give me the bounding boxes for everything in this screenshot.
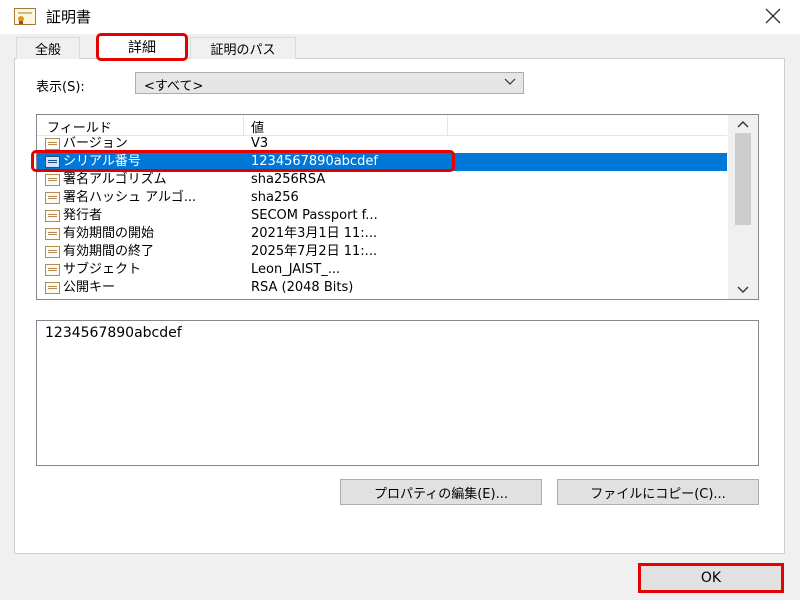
list-row-version[interactable]: バージョン V3 [37, 135, 727, 153]
chevron-down-icon [504, 78, 516, 85]
row-value: sha256RSA [251, 172, 326, 187]
copy-to-file-button[interactable]: ファイルにコピー(C)... [557, 479, 759, 505]
list-row-issuer[interactable]: 発行者 SECOM Passport f... [37, 207, 727, 225]
value-detail-box[interactable]: 1234567890abcdef [36, 320, 759, 466]
chevron-up-icon [737, 121, 749, 128]
list-scrollbar[interactable] [728, 115, 758, 299]
row-field: バージョン [63, 136, 128, 151]
scroll-down-button[interactable] [728, 281, 758, 299]
row-value: SECOM Passport f... [251, 208, 378, 223]
row-field: 公開キー [63, 280, 116, 295]
list-row-signature-hash[interactable]: 署名ハッシュ アルゴ... sha256 [37, 189, 727, 207]
list-row-valid-from[interactable]: 有効期間の開始 2021年3月1日 11:... [37, 225, 727, 243]
show-label: 表示(S): [36, 80, 85, 95]
list-row-signature-algorithm[interactable]: 署名アルゴリズム sha256RSA [37, 171, 727, 189]
row-field: 発行者 [63, 208, 103, 223]
tab-details[interactable]: 詳細 [96, 33, 188, 61]
column-header-field[interactable]: フィールド [47, 117, 112, 136]
field-icon [45, 156, 60, 168]
row-value: 2021年3月1日 11:... [251, 226, 378, 241]
value-detail-text: 1234567890abcdef [45, 325, 182, 341]
row-value: Leon_JAIST_... [251, 262, 341, 277]
list-row-valid-to[interactable]: 有効期間の終了 2025年7月2日 11:... [37, 243, 727, 261]
row-value: 2025年7月2日 11:... [251, 244, 378, 259]
field-icon [45, 228, 60, 240]
chevron-down-icon [737, 286, 749, 293]
field-icon [45, 210, 60, 222]
show-dropdown[interactable]: <すべて> [135, 72, 524, 94]
row-field: 署名アルゴリズム [63, 172, 167, 187]
scroll-thumb[interactable] [735, 133, 751, 225]
field-icon [45, 246, 60, 258]
list-row-public-key[interactable]: 公開キー RSA (2048 Bits) [37, 279, 727, 297]
row-field: サブジェクト [63, 262, 142, 277]
row-field: 署名ハッシュ アルゴ... [63, 190, 197, 205]
close-icon [765, 8, 781, 24]
row-field: シリアル番号 [63, 154, 141, 169]
show-dropdown-value: <すべて> [144, 79, 204, 94]
field-icon [45, 264, 60, 276]
column-divider [447, 115, 448, 135]
row-value: sha256 [251, 190, 299, 205]
column-divider [243, 115, 244, 135]
window-title: 証明書 [46, 8, 92, 26]
scroll-up-button[interactable] [728, 115, 758, 133]
certificate-icon [14, 8, 36, 25]
edit-properties-button[interactable]: プロパティの編集(E)... [340, 479, 542, 505]
row-field: 有効期間の終了 [63, 244, 155, 259]
field-icon [45, 192, 60, 204]
tab-general[interactable]: 全般 [16, 37, 80, 59]
field-icon [45, 138, 60, 150]
ok-button[interactable]: OK [638, 563, 784, 593]
list-header: フィールド 値 [37, 115, 727, 136]
tab-certification-path[interactable]: 証明のパス [190, 37, 296, 59]
list-row-serial-number[interactable]: シリアル番号 1234567890abcdef [37, 153, 727, 171]
field-icon [45, 174, 60, 186]
field-icon [45, 282, 60, 294]
row-value: RSA (2048 Bits) [251, 280, 354, 295]
field-list[interactable]: フィールド 値 バージョン V3 シリアル番号 1234567890abcdef… [36, 114, 759, 300]
title-bar: 証明書 [0, 0, 800, 34]
row-value: 1234567890abcdef [251, 154, 378, 169]
list-row-subject[interactable]: サブジェクト Leon_JAIST_... [37, 261, 727, 279]
row-field: 有効期間の開始 [63, 226, 155, 241]
row-value: V3 [251, 136, 269, 151]
column-header-value[interactable]: 値 [251, 117, 264, 136]
close-button[interactable] [746, 0, 800, 32]
